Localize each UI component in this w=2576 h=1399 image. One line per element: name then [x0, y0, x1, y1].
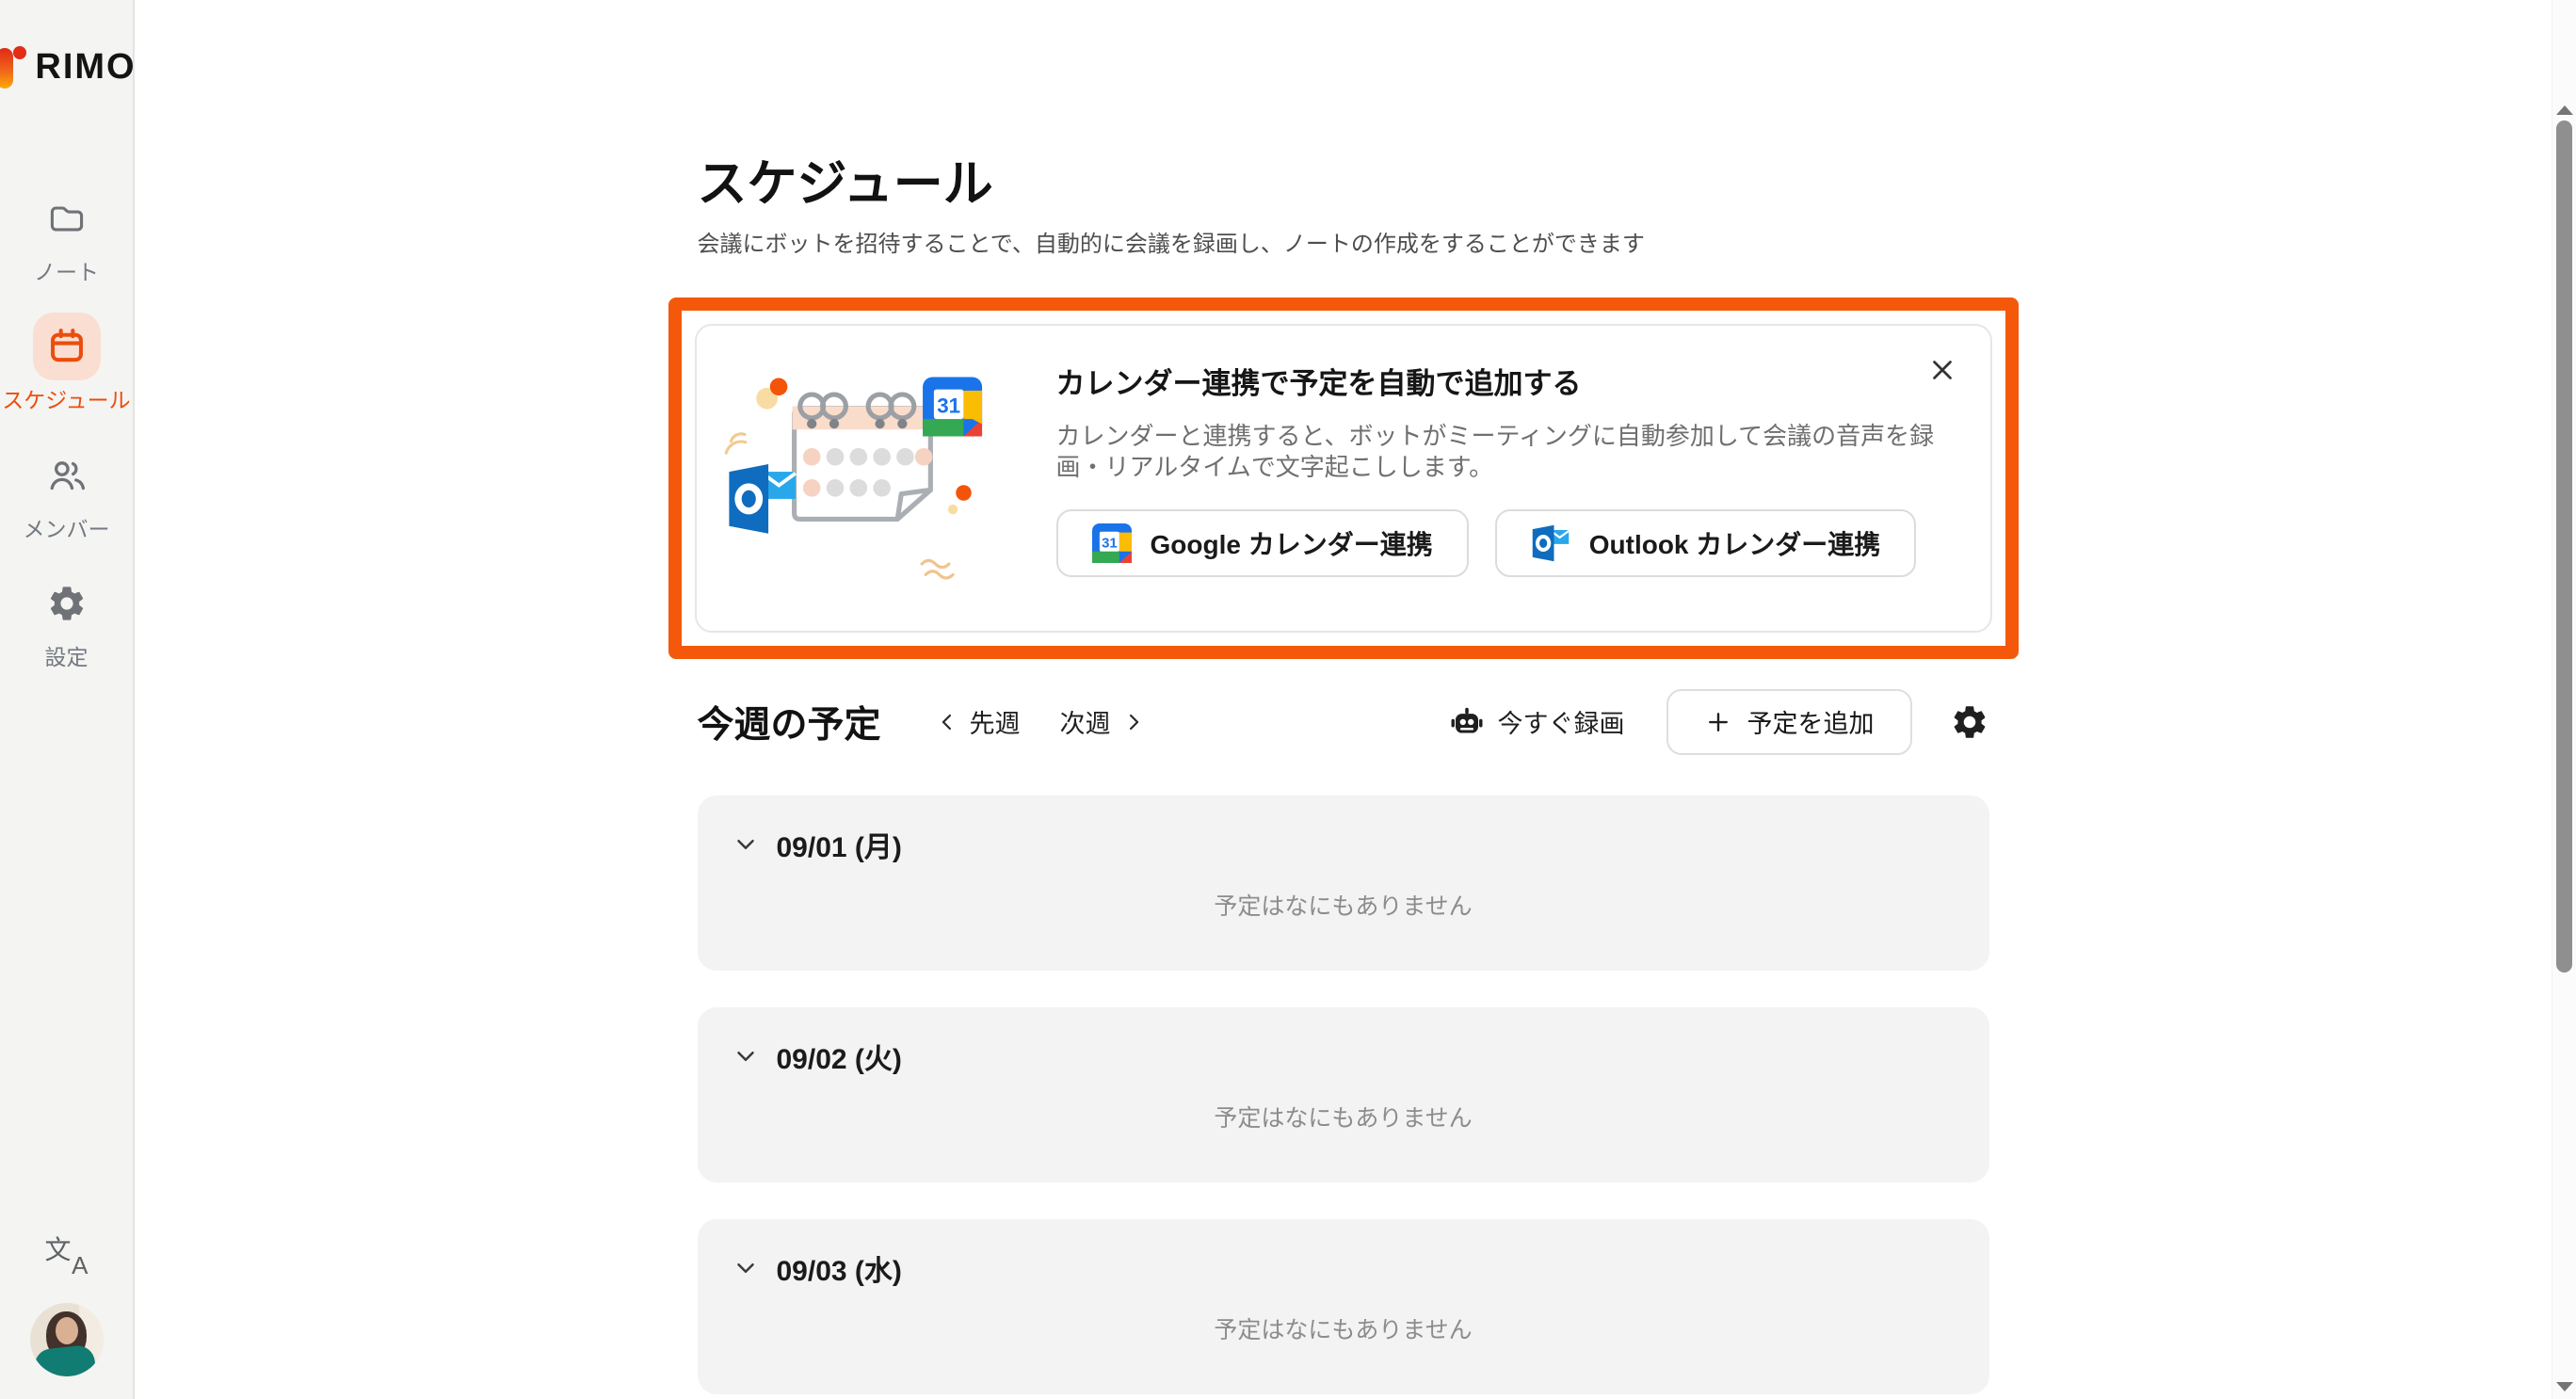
outlook-icon	[1531, 523, 1570, 563]
main-area: スケジュール 会議にボットを招待することで、自動的に会議を録画し、ノートの作成を…	[135, 0, 2576, 1399]
logo-pill-shape	[0, 48, 13, 88]
gear-icon	[33, 570, 101, 637]
day-header[interactable]: 09/01 (月)	[732, 824, 1956, 865]
next-week-button[interactable]: 次週	[1060, 703, 1147, 740]
scrollbar-thumb[interactable]	[2556, 121, 2572, 973]
add-event-label: 予定を追加	[1747, 703, 1875, 740]
language-icon[interactable]: 文 A	[43, 1233, 90, 1277]
rimo-logo[interactable]: RIMO	[0, 45, 137, 88]
sidebar-item-label: スケジュール	[2, 388, 130, 412]
plus-icon	[1704, 708, 1732, 736]
members-icon	[33, 442, 101, 509]
day-date: 09/01 (月)	[777, 824, 902, 865]
week-heading: 今週の予定	[698, 696, 881, 748]
language-zh-glyph: 文	[45, 1230, 72, 1267]
app-root: RIMO ノート スケジュール	[0, 0, 2576, 1399]
day-card: 09/03 (水) 予定はなにもありません	[698, 1219, 1989, 1394]
promo-text-block: カレンダー連携で予定を自動で追加する カレンダーと連携すると、ボットがミーティン…	[1056, 360, 1953, 578]
promo-buttons: 31 Google カレンダー連携	[1056, 509, 1953, 577]
avatar[interactable]	[30, 1303, 104, 1376]
sidebar-item-label: 設定	[45, 645, 89, 669]
record-now-button[interactable]: 今すぐ録画	[1450, 703, 1625, 740]
chevron-down-icon	[732, 1254, 760, 1282]
day-header[interactable]: 09/03 (水)	[732, 1247, 1956, 1289]
scrollbar[interactable]	[2552, 0, 2576, 1399]
week-bar: 今週の予定 先週 次週	[698, 689, 1989, 755]
sidebar: RIMO ノート スケジュール	[0, 0, 135, 1399]
calendar-promo-highlight: 31	[668, 297, 2019, 659]
next-week-label: 次週	[1060, 703, 1111, 740]
sidebar-item-label: ノート	[34, 260, 99, 284]
scroll-up-arrow-icon[interactable]	[2556, 105, 2573, 115]
scroll-down-arrow-icon[interactable]	[2556, 1382, 2573, 1391]
close-icon	[1926, 354, 1958, 386]
promo-description: カレンダーと連携すると、ボットがミーティングに自動参加して会議の音声を録画・リア…	[1056, 421, 1953, 484]
day-card: 09/02 (火) 予定はなにもありません	[698, 1007, 1989, 1182]
google-calendar-connect-button[interactable]: 31 Google カレンダー連携	[1056, 509, 1469, 577]
rimo-logo-text: RIMO	[35, 47, 136, 88]
prev-week-label: 先週	[970, 703, 1021, 740]
chevron-down-icon	[732, 830, 760, 859]
day-header[interactable]: 09/02 (火)	[732, 1036, 1956, 1077]
language-a-glyph: A	[72, 1251, 88, 1280]
outlook-connect-label: Outlook カレンダー連携	[1589, 524, 1881, 562]
outlook-calendar-connect-button[interactable]: Outlook カレンダー連携	[1495, 509, 1917, 577]
google-connect-label: Google カレンダー連携	[1151, 524, 1433, 562]
chevron-right-icon	[1120, 709, 1147, 735]
calendar-promo-card: 31	[695, 324, 1992, 633]
day-empty-text: 予定はなにもありません	[732, 888, 1956, 922]
sidebar-item-settings[interactable]: 設定	[0, 570, 133, 669]
folder-icon	[33, 185, 101, 252]
outlook-illustration-icon	[729, 464, 796, 534]
calendar-illustration: 31	[721, 363, 1006, 593]
schedule-settings-button[interactable]	[1950, 702, 1989, 742]
sidebar-bottom: 文 A	[30, 1233, 104, 1399]
gear-icon	[1950, 702, 1989, 742]
day-empty-text: 予定はなにもありません	[732, 1311, 1956, 1345]
avatar-body	[33, 1344, 97, 1376]
sidebar-item-label: メンバー	[24, 517, 110, 541]
content-column: スケジュール 会議にボットを招待することで、自動的に会議を録画し、ノートの作成を…	[698, 0, 1989, 1394]
rimo-logo-icon	[0, 45, 26, 88]
robot-icon	[1450, 706, 1484, 737]
sidebar-item-schedule[interactable]: スケジュール	[0, 313, 133, 412]
add-event-button[interactable]: 予定を追加	[1666, 689, 1912, 755]
svg-text:31: 31	[937, 394, 960, 417]
record-now-label: 今すぐ録画	[1498, 703, 1625, 740]
sidebar-nav: ノート スケジュール	[0, 185, 133, 670]
prev-week-button[interactable]: 先週	[934, 703, 1021, 740]
google-calendar-illustration-icon: 31	[923, 377, 982, 436]
google-calendar-icon: 31	[1092, 523, 1132, 563]
chevron-down-icon	[732, 1042, 760, 1070]
day-date: 09/02 (火)	[777, 1036, 902, 1077]
page-subtitle: 会議にボットを招待することで、自動的に会議を録画し、ノートの作成をすることができ…	[698, 230, 1989, 259]
day-card: 09/01 (月) 予定はなにもありません	[698, 796, 1989, 971]
page-title: スケジュール	[698, 154, 1989, 215]
day-empty-text: 予定はなにもありません	[732, 1100, 1956, 1134]
calendar-icon	[33, 313, 101, 380]
chevron-left-icon	[934, 709, 960, 735]
day-date: 09/03 (水)	[777, 1247, 902, 1289]
svg-text:31: 31	[1102, 537, 1118, 552]
sidebar-item-members[interactable]: メンバー	[0, 442, 133, 541]
avatar-face	[56, 1317, 78, 1344]
sidebar-item-notes[interactable]: ノート	[0, 185, 133, 284]
promo-title: カレンダー連携で予定を自動で追加する	[1056, 360, 1953, 402]
logo-dot-shape	[13, 46, 26, 59]
promo-close-button[interactable]	[1919, 346, 1966, 394]
